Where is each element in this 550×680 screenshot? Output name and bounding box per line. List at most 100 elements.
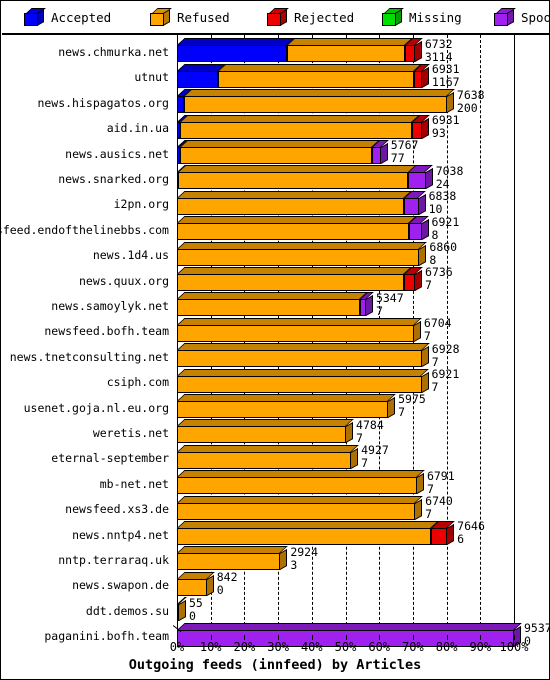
legend-item-spooled: Spooled — [494, 8, 550, 26]
bar-value-total: 9537 — [524, 621, 550, 636]
bar-end-cap — [416, 473, 424, 495]
bar-segment-top — [184, 89, 455, 97]
bar-end-cap — [421, 346, 429, 368]
bar-segment-top — [287, 38, 413, 46]
bar-value-total: 6928 — [431, 341, 460, 356]
bar-segment-top — [177, 470, 425, 478]
bar-value-accepted: 0 — [188, 608, 196, 623]
bar-segment-refused — [177, 477, 417, 495]
legend-item-refused: Refused — [150, 8, 230, 26]
x-axis-tick-label: 30% — [267, 640, 289, 654]
bar-row: 6736 7 — [177, 267, 514, 293]
bar-row: 6921 7 — [177, 369, 514, 394]
y-axis-label: mb-net.net — [99, 476, 169, 491]
bar-end-cap — [351, 447, 359, 469]
bar-end-cap — [447, 523, 455, 545]
bar-segment-rejected — [414, 70, 422, 88]
bar-segment-accepted — [177, 45, 288, 63]
plot-area: news.chmurka.net utnut news.hispagatos.org… — [0, 35, 550, 680]
y-axis-label: news.1d4.us — [92, 248, 169, 263]
bar-segment-top — [177, 520, 440, 528]
chart-legend: Accepted Refused Rejected Missing Spooled — [2, 2, 550, 35]
legend-label: Missing — [409, 10, 462, 25]
bars-and-grid: 6732 3114 6931 1167 7638 200 6931 93 5767 77 7038 2… — [177, 35, 550, 647]
cube-icon — [494, 8, 516, 26]
bar-value-accepted: 7 — [431, 380, 439, 395]
bar-end-cap — [418, 193, 426, 215]
bar-value-accepted: 7 — [423, 329, 431, 344]
y-axis-label: newsfeed.xs3.de — [65, 502, 169, 517]
legend-item-accepted: Accepted — [24, 8, 111, 26]
bar-row: 842 0 — [177, 572, 514, 597]
y-axis-label: news.quux.org — [78, 273, 169, 288]
bar-value-total: 6931 — [431, 62, 460, 77]
x-axis-tick-label: 70% — [402, 640, 424, 654]
bar-row: 6791 7 — [177, 470, 514, 496]
bar-segment-refused — [180, 121, 412, 139]
bar-row: 6860 8 — [177, 242, 514, 267]
chart-window: Accepted Refused Rejected Missing Spooled ne… — [0, 0, 550, 680]
bar-value-accepted: 7 — [361, 456, 369, 471]
bar-value-total: 6921 — [431, 214, 460, 229]
bar-row: 7646 6 — [177, 520, 514, 547]
bar-end-cap — [425, 168, 433, 190]
bar-segment-refused — [177, 299, 360, 317]
cube-icon — [382, 8, 404, 26]
y-axis-label: news.swapon.de — [72, 578, 169, 593]
bar-segment-refused — [177, 578, 207, 596]
bar-segment-top — [177, 317, 422, 325]
y-axis-label: nntp.terraraq.uk — [58, 553, 169, 567]
bar-row: 55 0 — [177, 597, 514, 623]
bar-segment-refused — [177, 426, 347, 444]
bar-end-cap — [421, 219, 429, 241]
bar-segment-refused — [179, 146, 372, 164]
legend-label: Refused — [177, 10, 230, 25]
y-axis-label: news.snarked.org — [58, 172, 169, 186]
bar-segment-accepted — [177, 70, 219, 88]
bar-segment-spooled — [409, 223, 422, 241]
bar-value-total: 5347 — [375, 290, 404, 305]
bar-segment-refused — [177, 324, 414, 342]
bar-end-cap — [365, 295, 373, 317]
bar-end-cap — [446, 92, 454, 114]
bar-segment-top — [218, 63, 423, 71]
bar-segment-refused — [177, 248, 420, 266]
y-axis-label: paganini.bofh.team — [44, 629, 169, 644]
bar-value-total: 6838 — [428, 189, 457, 204]
bar-segment-spooled — [371, 146, 381, 164]
bar-segment-top — [177, 38, 295, 46]
y-axis-label: csiph.com — [106, 375, 169, 390]
bar-value-accepted: 3 — [290, 557, 298, 572]
bar-value-accepted: 0 — [216, 583, 224, 598]
y-axis-label: ddt.demos.su — [85, 603, 169, 618]
bar-end-cap — [380, 142, 388, 164]
x-axis-tick-label: 60% — [368, 640, 391, 654]
y-axis-label: newsfeed.endofthelinebbs.com — [0, 222, 169, 237]
bar-segment-top — [180, 114, 420, 122]
bar-value-total: 4927 — [361, 443, 389, 458]
legend-item-rejected: Rejected — [267, 8, 354, 26]
bar-row: 7638 200 — [177, 89, 514, 115]
bar-row: 5347 7 — [177, 290, 514, 318]
bar-segment-spooled — [408, 172, 426, 190]
bar-row: 2924 3 — [177, 546, 514, 572]
bar-value-total: 6732 — [424, 36, 453, 51]
bar-row: 6931 1167 — [177, 64, 514, 89]
bar-row: 5767 77 — [177, 140, 514, 166]
bar-end-cap — [421, 66, 429, 88]
bar-segment-top — [177, 622, 522, 630]
bar-segment-top — [177, 419, 354, 427]
y-axis-label: usenet.goja.nl.eu.org — [23, 400, 169, 415]
bar-segment-spooled — [404, 197, 419, 215]
bar-value-total: 6740 — [425, 494, 453, 509]
bar-row: 6928 7 — [177, 341, 514, 369]
bar-end-cap — [419, 244, 427, 266]
bar-segment-rejected — [404, 45, 415, 63]
bar-segment-top — [177, 546, 289, 554]
bar-value-total: 7038 — [435, 163, 464, 178]
x-axis-tick-label: 100% — [499, 640, 529, 654]
y-axis-label: newsfeed.bofh.team — [44, 324, 169, 339]
y-axis-label: i2pn.org — [113, 197, 169, 212]
cube-icon — [267, 8, 289, 26]
y-axis-label: news.ausics.net — [65, 146, 169, 161]
